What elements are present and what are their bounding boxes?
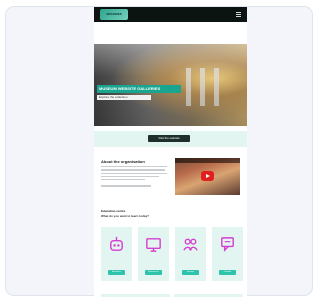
play-icon[interactable] (201, 171, 214, 181)
people-icon (183, 238, 198, 251)
tile-button[interactable]: Groups (182, 270, 199, 275)
menu-icon[interactable] (236, 12, 241, 17)
bottom-panel (101, 294, 170, 297)
hero-subtitle: Explore the collection (97, 95, 151, 100)
feature-tile[interactable]: Contact (212, 227, 243, 281)
video-embed[interactable] (175, 158, 240, 195)
chat-icon (221, 237, 234, 252)
hero-banner: MUSEUM WEBSITE GALLERIES Explore the col… (94, 44, 247, 126)
robot-icon (110, 236, 123, 251)
monitor-icon (146, 238, 161, 252)
cta-band: Visit the website (94, 131, 247, 147)
cta-button[interactable]: Visit the website (148, 135, 190, 142)
feature-tile[interactable]: Resources (138, 227, 169, 281)
feature-tile[interactable]: Groups (175, 227, 206, 281)
about-paragraph (101, 166, 169, 194)
preview-card: ARCHIVES MUSEUM WEBSITE GALLERIES Explor… (5, 6, 313, 297)
education-subheading: What do you want to learn today? (101, 214, 149, 218)
tile-button[interactable]: Activities (108, 270, 125, 275)
feature-tile[interactable]: Activities (101, 227, 132, 281)
education-heading: Education centre (101, 209, 126, 213)
site-logo[interactable]: ARCHIVES (100, 9, 128, 20)
hero-title: MUSEUM WEBSITE GALLERIES (97, 85, 181, 93)
site-header: ARCHIVES (94, 7, 247, 22)
tile-button[interactable]: Contact (219, 270, 236, 275)
website-preview: ARCHIVES MUSEUM WEBSITE GALLERIES Explor… (94, 7, 247, 297)
about-heading: About the organisation (101, 159, 145, 164)
tile-button[interactable]: Resources (145, 270, 162, 275)
video-title-bar (175, 158, 240, 163)
bottom-panel (174, 294, 243, 297)
